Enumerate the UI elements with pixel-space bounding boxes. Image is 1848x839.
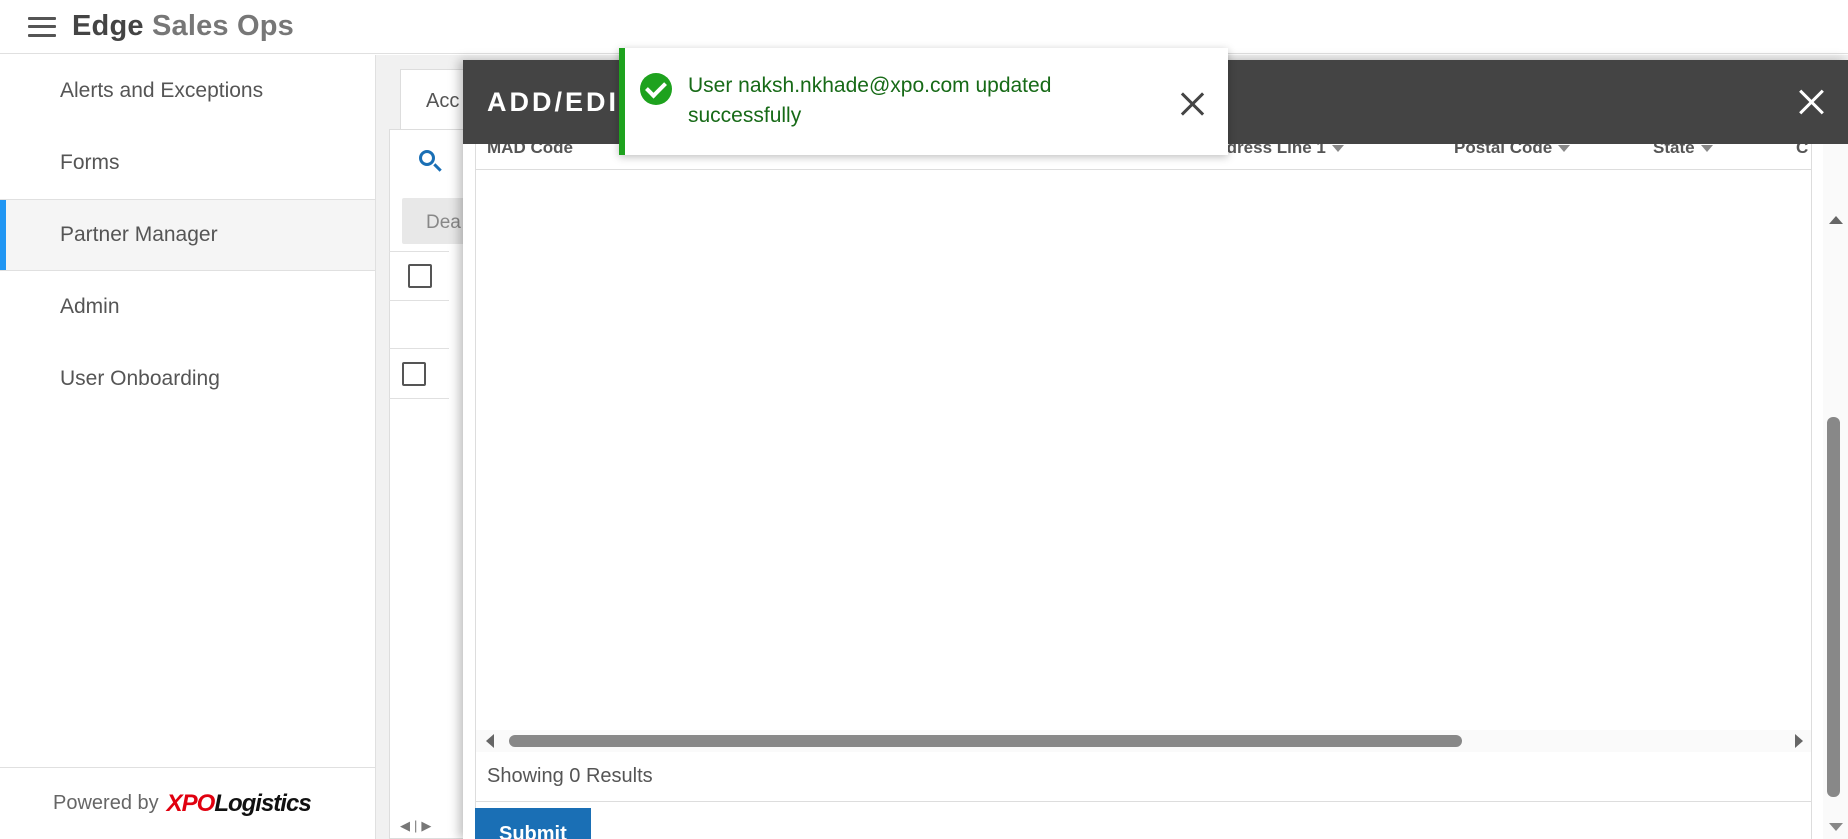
column-header-state[interactable]: State — [1653, 144, 1713, 158]
horizontal-scrollbar[interactable] — [476, 730, 1811, 752]
powered-by-text: Powered by — [53, 792, 159, 814]
sort-icon[interactable] — [1331, 145, 1344, 153]
select-all-checkbox[interactable] — [408, 264, 432, 288]
toast-close-icon[interactable] — [1180, 91, 1206, 117]
toast-message: User naksh.nkhade@xpo.com updated succes… — [688, 74, 1052, 127]
sidebar-footer: Powered by XPOLogistics — [0, 767, 376, 839]
sidebar: Alerts and Exceptions Forms Partner Mana… — [0, 55, 376, 839]
sidebar-item-user-onboarding[interactable]: User Onboarding — [0, 343, 375, 415]
row-checkbox[interactable] — [402, 362, 426, 386]
results-grid: MAD Code Address Line 1 Postal Code Stat… — [475, 144, 1812, 839]
sort-icon[interactable] — [1558, 145, 1571, 153]
background-scroll-arrows[interactable]: ◀|▶ — [400, 818, 435, 834]
sidebar-item-alerts-and-exceptions[interactable]: Alerts and Exceptions — [0, 55, 375, 127]
row-divider — [389, 398, 449, 399]
search-icon[interactable] — [416, 147, 446, 177]
add-edit-modal: ADD/EDIT MAD Code Address Line 1 Postal … — [463, 60, 1848, 839]
sort-icon[interactable] — [1700, 145, 1713, 153]
app-header: Edge Sales Ops — [0, 0, 1848, 54]
column-header-postal-code[interactable]: Postal Code — [1454, 144, 1571, 158]
deactivate-button[interactable]: Dea — [402, 198, 472, 244]
scroll-down-icon[interactable] — [1829, 823, 1843, 831]
modal-title: ADD/EDIT — [487, 86, 639, 117]
sidebar-item-partner-manager[interactable]: Partner Manager — [0, 199, 375, 271]
app-title-sub: Sales Ops — [151, 10, 295, 42]
row-divider — [389, 251, 449, 252]
scroll-left-icon[interactable] — [486, 734, 494, 748]
grid-body — [476, 170, 1811, 730]
modal-close-icon[interactable] — [1796, 86, 1828, 118]
horizontal-scroll-thumb[interactable] — [509, 735, 1462, 747]
row-divider — [389, 348, 449, 349]
column-header-mad-code[interactable]: MAD Code — [487, 144, 573, 158]
check-circle-icon — [640, 73, 672, 105]
scroll-right-icon[interactable] — [1795, 734, 1803, 748]
submit-button[interactable]: Submit — [475, 808, 591, 839]
xpo-logistics-logo: XPOLogistics — [166, 789, 312, 817]
results-count: Showing 0 Results — [476, 752, 1811, 802]
column-header-partial[interactable]: C — [1796, 144, 1808, 158]
vertical-scroll-thumb[interactable] — [1827, 417, 1840, 797]
sidebar-item-admin[interactable]: Admin — [0, 271, 375, 343]
scroll-up-icon[interactable] — [1829, 216, 1843, 224]
row-divider — [389, 300, 449, 301]
vertical-scrollbar[interactable] — [1823, 144, 1848, 839]
sidebar-item-forms[interactable]: Forms — [0, 127, 375, 199]
success-toast: User naksh.nkhade@xpo.com updated succes… — [619, 48, 1228, 155]
app-title: Edge Sales Ops — [72, 10, 294, 43]
menu-icon[interactable] — [28, 16, 56, 37]
app-title-main: Edge — [72, 10, 144, 42]
